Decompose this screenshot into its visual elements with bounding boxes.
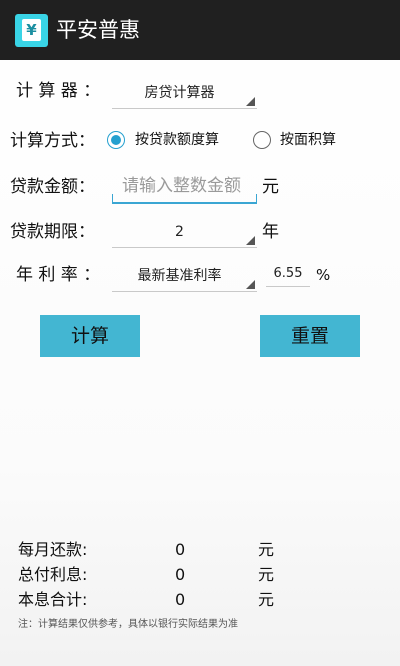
calculator-label: 计 算 器 ：	[16, 81, 101, 101]
monthly-payment-unit: 元	[258, 540, 275, 559]
loan-amount-unit: 元	[262, 177, 279, 197]
total-interest-label: 总付利息:	[18, 565, 88, 584]
loan-amount-placeholder: 请输入整数金额	[122, 176, 241, 196]
rate-unit: %	[316, 266, 331, 284]
loan-amount-input[interactable]: 请输入整数金额	[112, 172, 257, 204]
loan-term-unit: 年	[262, 222, 279, 242]
loan-term-spinner[interactable]: 2	[112, 217, 257, 248]
disclaimer-note: 注：计算结果仅供参考，具体以银行实际结果为准	[18, 619, 238, 630]
annual-rate-label: 年 利 率 ：	[16, 265, 101, 285]
app-title: 平安普惠	[56, 18, 140, 42]
radio-by-loan-amount-label[interactable]: 按贷款额度算	[135, 130, 219, 150]
monthly-payment-value: 0	[175, 540, 186, 559]
calculator-type-spinner[interactable]: 房贷计算器	[112, 78, 257, 109]
total-principal-interest-value: 0	[175, 590, 186, 609]
title-bar: ¥ 平安普惠	[0, 0, 400, 60]
yen-icon: ¥	[22, 19, 41, 41]
rate-type-spinner[interactable]: 最新基准利率	[112, 261, 257, 292]
total-interest-unit: 元	[258, 565, 275, 584]
total-interest-value: 0	[175, 565, 186, 584]
loan-amount-label: 贷款金额：	[10, 177, 95, 197]
loan-term-label: 贷款期限：	[10, 222, 95, 242]
total-principal-interest-label: 本息合计:	[18, 590, 88, 609]
dropdown-arrow-icon	[246, 97, 255, 106]
dropdown-arrow-icon	[246, 280, 255, 289]
radio-by-loan-amount[interactable]	[107, 131, 125, 149]
reset-button[interactable]: 重置	[260, 315, 360, 357]
rate-value: 6.55	[273, 266, 303, 281]
monthly-payment-label: 每月还款:	[18, 540, 88, 559]
radio-by-area[interactable]	[253, 131, 271, 149]
radio-by-area-label[interactable]: 按面积算	[280, 130, 336, 150]
rate-type-value: 最新基准利率	[137, 268, 222, 284]
input-edge-right	[256, 194, 257, 202]
calculate-button[interactable]: 计算	[40, 315, 140, 357]
calculator-type-value: 房贷计算器	[144, 85, 215, 101]
loan-term-value: 2	[175, 224, 184, 240]
app-logo-icon: ¥	[15, 14, 48, 47]
input-edge-left	[112, 194, 113, 202]
method-label: 计算方式：	[10, 131, 95, 151]
rate-value-input[interactable]: 6.55	[266, 262, 310, 287]
total-principal-interest-unit: 元	[258, 590, 275, 609]
dropdown-arrow-icon	[246, 236, 255, 245]
